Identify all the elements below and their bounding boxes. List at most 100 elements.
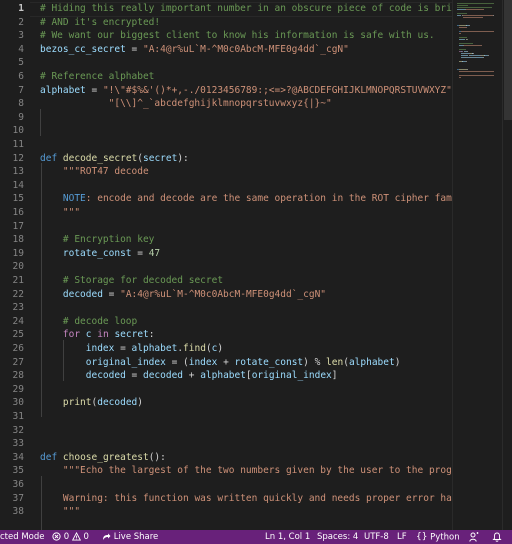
code-token: index bbox=[85, 343, 115, 354]
bell-icon bbox=[492, 532, 502, 542]
code-token: : encode and decode are the same operati… bbox=[85, 193, 452, 205]
line-number: 9 bbox=[18, 111, 24, 123]
minimap-line bbox=[472, 53, 474, 54]
code-line[interactable]: """ bbox=[40, 505, 80, 519]
code-area[interactable]: # Hiding this really important number in… bbox=[40, 0, 452, 530]
scrollbar-thumb[interactable] bbox=[504, 0, 512, 120]
code-token: decoded bbox=[142, 370, 184, 382]
code-line[interactable]: original_index = (index + rotate_const) … bbox=[40, 356, 401, 370]
line-number: 33 bbox=[12, 438, 24, 450]
minimap-line bbox=[466, 9, 484, 10]
code-line[interactable]: for c in secret: bbox=[40, 328, 155, 342]
minimap-line bbox=[493, 15, 494, 16]
line-number: 10 bbox=[12, 125, 24, 137]
restricted-mode-indicator[interactable]: cted Mode bbox=[0, 530, 45, 544]
code-editor[interactable]: 1 2 3 4 5 6 7 8 9 10 11 12 13 14 15 16 17 18 19 20 21 22 23 24 2… bbox=[0, 0, 512, 530]
code-line[interactable]: bezos_cc_secret = "A:4@r%uL`M-^M0c0AbcM-… bbox=[40, 43, 349, 57]
code-line[interactable]: def decode_secret(secret): bbox=[40, 152, 189, 166]
minimap-line bbox=[459, 43, 473, 44]
code-line[interactable]: # AND it's encrypted! bbox=[40, 16, 160, 30]
live-share-button[interactable]: Live Share bbox=[101, 530, 158, 544]
code-token: ) bbox=[217, 343, 224, 354]
line-number: 20 bbox=[12, 261, 24, 273]
code-token: + bbox=[217, 356, 235, 368]
minimap[interactable] bbox=[452, 0, 503, 530]
code-line[interactable]: # Encryption key bbox=[40, 233, 155, 247]
code-line[interactable]: decoded = "A:4@r%uL`M-^M0c0AbcM-MFE0g4dd… bbox=[40, 288, 326, 302]
minimap-line bbox=[466, 57, 470, 58]
line-number: 26 bbox=[12, 343, 24, 354]
code-token: "A:4@r%uL`M-^M0c0AbcM-MFE0g4dd`_cgN" bbox=[142, 43, 349, 55]
line-number: 35 bbox=[12, 465, 24, 477]
code-token: = bbox=[102, 288, 121, 300]
code-token: "A:4@r%uL`M-^M0c0AbcM-MFE0g4dd`_cgN" bbox=[120, 288, 327, 300]
code-line[interactable]: Warning: this function was written quick… bbox=[40, 492, 452, 506]
code-token: print bbox=[62, 397, 92, 409]
minimap-line bbox=[459, 39, 465, 40]
line-number: 6 bbox=[18, 71, 24, 82]
code-token: def bbox=[40, 152, 58, 164]
indentation-setting[interactable]: Spaces: 4 bbox=[317, 530, 358, 544]
code-token: rotate_const bbox=[234, 356, 304, 368]
code-token: NOTE bbox=[62, 193, 86, 205]
line-number: 38 bbox=[12, 506, 24, 518]
line-number: 8 bbox=[18, 98, 24, 110]
minimap-line bbox=[459, 33, 461, 34]
code-line[interactable]: index = alphabet.find(c) bbox=[40, 342, 223, 356]
code-token: original_index bbox=[85, 356, 166, 368]
code-token: "!\"#$%&'()*+,-./0123456789:;<=>?@ABCDEF… bbox=[102, 84, 452, 96]
minimap-line bbox=[461, 57, 465, 58]
vertical-scrollbar[interactable] bbox=[502, 0, 512, 530]
code-token: bezos_cc_secret bbox=[40, 43, 126, 55]
line-number: 24 bbox=[12, 315, 24, 327]
code-line[interactable]: print(decoded) bbox=[40, 396, 143, 410]
code-line[interactable]: """Echo the largest of the two numbers g… bbox=[40, 464, 452, 478]
code-token: original_index bbox=[251, 370, 332, 382]
code-line[interactable]: # Storage for decoded secret bbox=[40, 274, 223, 288]
code-line[interactable]: alphabet = "!\"#$%&'()*+,-./0123456789:;… bbox=[40, 84, 452, 98]
code-line[interactable]: # decode loop bbox=[40, 315, 137, 329]
code-token: ): bbox=[177, 152, 189, 164]
code-token: alphabet bbox=[40, 84, 86, 96]
code-line[interactable]: # We want our biggest client to know his… bbox=[40, 29, 435, 43]
line-number: 29 bbox=[12, 383, 24, 395]
line-number: 31 bbox=[12, 411, 24, 422]
code-token: alphabet bbox=[200, 370, 246, 382]
eol-setting[interactable]: LF bbox=[397, 530, 407, 544]
cursor-position[interactable]: Ln 1, Col 1 bbox=[265, 530, 310, 544]
code-token: "[\\]^_`abcdefghijklmnopqrstuvwxyz{|}~" bbox=[108, 98, 332, 110]
code-line[interactable]: rotate_const = 47 bbox=[40, 247, 160, 261]
minimap-line bbox=[469, 25, 470, 26]
line-number: 34 bbox=[12, 451, 24, 463]
code-token: ) bbox=[394, 356, 401, 368]
code-line[interactable]: NOTE: encode and decode are the same ope… bbox=[40, 192, 452, 206]
problems-indicator[interactable]: 0 0 bbox=[52, 530, 89, 544]
code-line[interactable]: def choose_greatest(): bbox=[40, 451, 166, 465]
line-number: 4 bbox=[18, 43, 24, 55]
code-token: find bbox=[183, 343, 206, 354]
code-line[interactable]: """ROT47 decode bbox=[40, 165, 149, 179]
code-line[interactable]: """ bbox=[40, 206, 80, 220]
code-token: = bbox=[125, 43, 143, 55]
minimap-line bbox=[457, 7, 492, 8]
minimap-line bbox=[466, 39, 468, 40]
line-number: 14 bbox=[12, 179, 24, 191]
code-line[interactable]: # Hiding this really important number in… bbox=[40, 2, 452, 16]
code-line[interactable]: decoded = decoded + alphabet[original_in… bbox=[40, 369, 338, 383]
line-number-gutter[interactable]: 1 2 3 4 5 6 7 8 9 10 11 12 13 14 15 16 17 18 19 20 21 22 23 24 2… bbox=[0, 0, 30, 530]
encoding-setting[interactable]: UTF-8 bbox=[364, 530, 389, 544]
feedback-button[interactable] bbox=[469, 530, 479, 544]
error-count: 0 bbox=[63, 532, 70, 542]
language-mode-button[interactable]: {} Python bbox=[416, 530, 460, 544]
minimap-line bbox=[461, 55, 468, 56]
status-bar: cted Mode 0 0 Live Share Ln 1, Col 1 Spa… bbox=[0, 530, 512, 544]
notifications-button[interactable] bbox=[492, 530, 502, 544]
code-line[interactable]: "[\\]^_`abcdefghijklmnopqrstuvwxyz{|}~" bbox=[40, 97, 332, 111]
code-line[interactable]: # Reference alphabet bbox=[40, 70, 154, 84]
